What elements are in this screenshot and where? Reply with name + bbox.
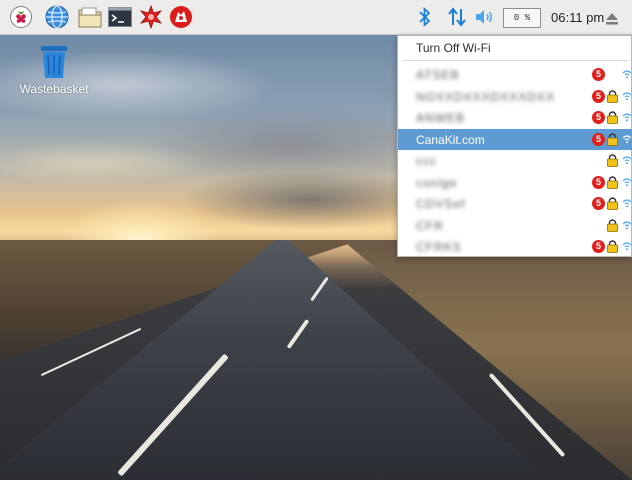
wolfram-icon (170, 6, 192, 28)
wastebasket-icon (41, 46, 67, 78)
file-manager-button[interactable] (78, 5, 102, 29)
wifi-signal-icon (622, 156, 632, 165)
lock-icon (607, 89, 618, 103)
terminal-icon (108, 7, 132, 27)
security-badge: 5 (592, 68, 605, 81)
desktop-icon-label: Wastebasket (19, 82, 89, 96)
wifi-network-item[interactable]: CDVSef 5 (398, 193, 632, 214)
wifi-signal-icon (622, 70, 632, 79)
network-name: CDVSef (416, 197, 466, 211)
menu-item-label: Turn Off Wi-Fi (416, 41, 491, 55)
wifi-network-item[interactable]: ccc (398, 150, 632, 171)
clock[interactable]: 06:11 pm (551, 10, 604, 25)
raspberry-menu-icon (10, 6, 32, 28)
desktop-icon-wastebasket[interactable]: Wastebasket (14, 45, 94, 96)
wifi-network-item[interactable]: conlge 5 (398, 172, 632, 193)
wolfram-button[interactable] (169, 5, 193, 29)
wifi-network-item[interactable]: CanaKit.com 5 (398, 128, 632, 150)
lock-icon (607, 132, 618, 146)
lock-icon (607, 175, 618, 189)
network-name: CFRKS (416, 240, 462, 254)
network-button[interactable] (447, 7, 467, 31)
mathematica-button[interactable] (139, 5, 163, 29)
security-badge: 5 (592, 132, 605, 146)
lock-icon (607, 218, 618, 232)
security-badge: 5 (592, 197, 605, 210)
wifi-network-item[interactable]: ATSEB 5 (398, 64, 632, 85)
bluetooth-icon (419, 6, 431, 28)
volume-icon (476, 10, 492, 24)
wifi-menu: Turn Off Wi-Fi ATSEB 5 NOXXDXXXDXXXDXX 5 ANW… (397, 35, 632, 257)
network-name: ccc (416, 154, 437, 168)
lock-icon (607, 240, 618, 253)
wifi-network-item[interactable]: CFR (398, 215, 632, 236)
cpu-usage-monitor: 0 % (503, 8, 541, 28)
network-name: conlge (416, 175, 458, 190)
security-badge: 5 (592, 175, 605, 189)
network-name: CFR (416, 218, 444, 233)
wifi-network-item[interactable]: ANWEB 5 (398, 107, 632, 128)
bluetooth-button[interactable] (418, 6, 432, 31)
turn-off-wifi-item[interactable]: Turn Off Wi-Fi (398, 37, 632, 58)
wifi-network-item[interactable]: CFRKS 5 (398, 236, 632, 257)
security-badge: 5 (592, 111, 605, 124)
web-browser-button[interactable] (45, 5, 69, 29)
network-name: NOXXDXXXDXXXDXX (416, 89, 556, 104)
lock-icon (607, 197, 618, 210)
eject-icon (606, 13, 618, 25)
mathematica-icon (139, 5, 163, 29)
wifi-signal-icon (622, 242, 632, 251)
wifi-signal-icon (622, 177, 632, 186)
wifi-signal-icon (622, 220, 632, 229)
raspberry-menu-button[interactable] (9, 5, 33, 29)
wifi-signal-icon (622, 199, 632, 208)
file-manager-icon (78, 7, 102, 28)
network-name: ATSEB (416, 68, 460, 82)
lock-icon (607, 111, 618, 124)
wifi-signal-icon (622, 134, 632, 143)
terminal-button[interactable] (108, 5, 132, 29)
lock-icon (607, 154, 618, 167)
network-name: CanaKit.com (416, 132, 485, 147)
network-name: ANWEB (416, 111, 466, 125)
wifi-signal-icon (622, 113, 632, 122)
eject-button[interactable] (604, 11, 620, 25)
menu-separator (402, 60, 628, 61)
security-badge: 5 (592, 89, 605, 103)
top-panel: 0 % 06:11 pm (0, 0, 632, 35)
web-browser-icon (45, 5, 69, 29)
wallpaper-cloud (0, 140, 210, 185)
network-arrows-icon (448, 7, 466, 27)
security-badge: 5 (592, 240, 605, 253)
wifi-network-item[interactable]: NOXXDXXXDXXXDXX 5 (398, 86, 632, 107)
volume-button[interactable] (474, 7, 494, 31)
wifi-signal-icon (622, 91, 632, 100)
